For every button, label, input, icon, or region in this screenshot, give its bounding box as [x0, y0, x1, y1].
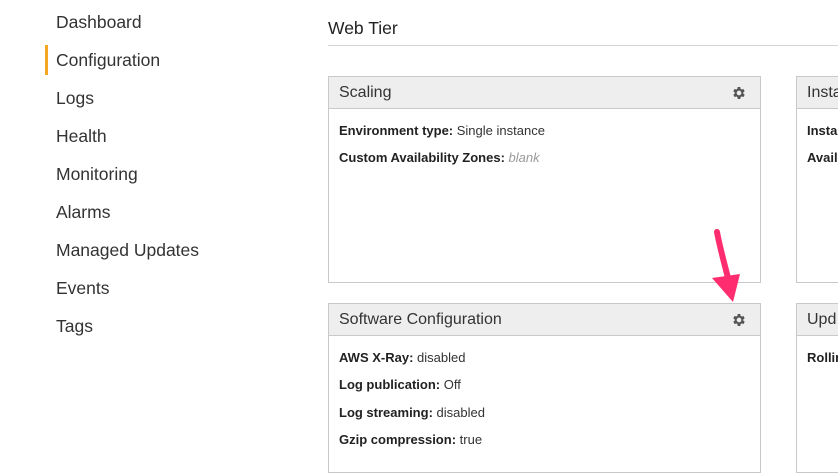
field-label: Log streaming:: [339, 405, 433, 420]
field-label: Avail: [807, 150, 838, 165]
sidebar-item-managed-updates[interactable]: Managed Updates: [56, 238, 199, 262]
field-label: Custom Availability Zones:: [339, 150, 505, 165]
field-value: blank: [508, 150, 540, 165]
field-aws-x-ray: AWS X-Ray: disabled: [339, 350, 465, 366]
sidebar-item-monitoring[interactable]: Monitoring: [56, 162, 138, 186]
field-custom-availability-zones: Custom Availability Zones: blank: [339, 150, 540, 166]
field-log-streaming: Log streaming: disabled: [339, 405, 485, 421]
sidebar-item-logs[interactable]: Logs: [56, 86, 94, 110]
annotation-arrow-icon: [712, 229, 740, 302]
section-title: Web Tier: [328, 18, 398, 38]
active-indicator: [45, 45, 48, 75]
field-label: Rollin: [807, 350, 838, 365]
panel-title: Insta: [807, 84, 838, 101]
panel-header: Scaling: [329, 77, 760, 109]
field-value: disabled: [417, 350, 466, 365]
field-log-publication: Log publication: Off: [339, 377, 461, 393]
field-availability: Avail: [807, 150, 838, 166]
panel-header: Upd: [797, 304, 838, 336]
sidebar-item-health[interactable]: Health: [56, 124, 107, 148]
panel-title: Upd: [807, 311, 837, 328]
field-gzip-compression: Gzip compression: true: [339, 432, 482, 448]
scaling-panel: Scaling Environment type: Single instanc…: [328, 76, 761, 283]
field-value: disabled: [436, 405, 485, 420]
panel-header: Insta: [797, 77, 838, 109]
field-value: Off: [443, 377, 461, 392]
gear-icon[interactable]: [731, 85, 747, 101]
panel-header: Software Configuration: [329, 304, 760, 336]
section-divider: [328, 45, 838, 46]
field-environment-type: Environment type: Single instance: [339, 123, 545, 139]
field-label: Log publication:: [339, 377, 441, 392]
field-instances: Insta: [807, 123, 837, 139]
field-label: AWS X-Ray:: [339, 350, 414, 365]
sidebar-item-alarms[interactable]: Alarms: [56, 200, 110, 224]
field-label: Environment type:: [339, 123, 454, 138]
software-configuration-panel: Software Configuration AWS X-Ray: disabl…: [328, 303, 761, 473]
field-value: Single instance: [456, 123, 545, 138]
sidebar-item-tags[interactable]: Tags: [56, 314, 93, 338]
sidebar-nav: Dashboard Configuration Logs Health Moni…: [0, 0, 300, 451]
panel-title: Software Configuration: [339, 311, 502, 328]
field-label: Insta: [807, 123, 838, 138]
panel-title: Scaling: [339, 84, 392, 101]
sidebar-item-dashboard[interactable]: Dashboard: [56, 10, 142, 34]
updates-panel: Upd Rollin: [796, 303, 838, 473]
field-value: true: [459, 432, 483, 447]
field-rolling: Rollin: [807, 350, 838, 366]
sidebar-item-configuration[interactable]: Configuration: [56, 48, 160, 72]
field-label: Gzip compression:: [339, 432, 457, 447]
sidebar-item-events[interactable]: Events: [56, 276, 110, 300]
instances-panel: Insta Insta Avail: [796, 76, 838, 283]
gear-icon[interactable]: [731, 312, 747, 328]
